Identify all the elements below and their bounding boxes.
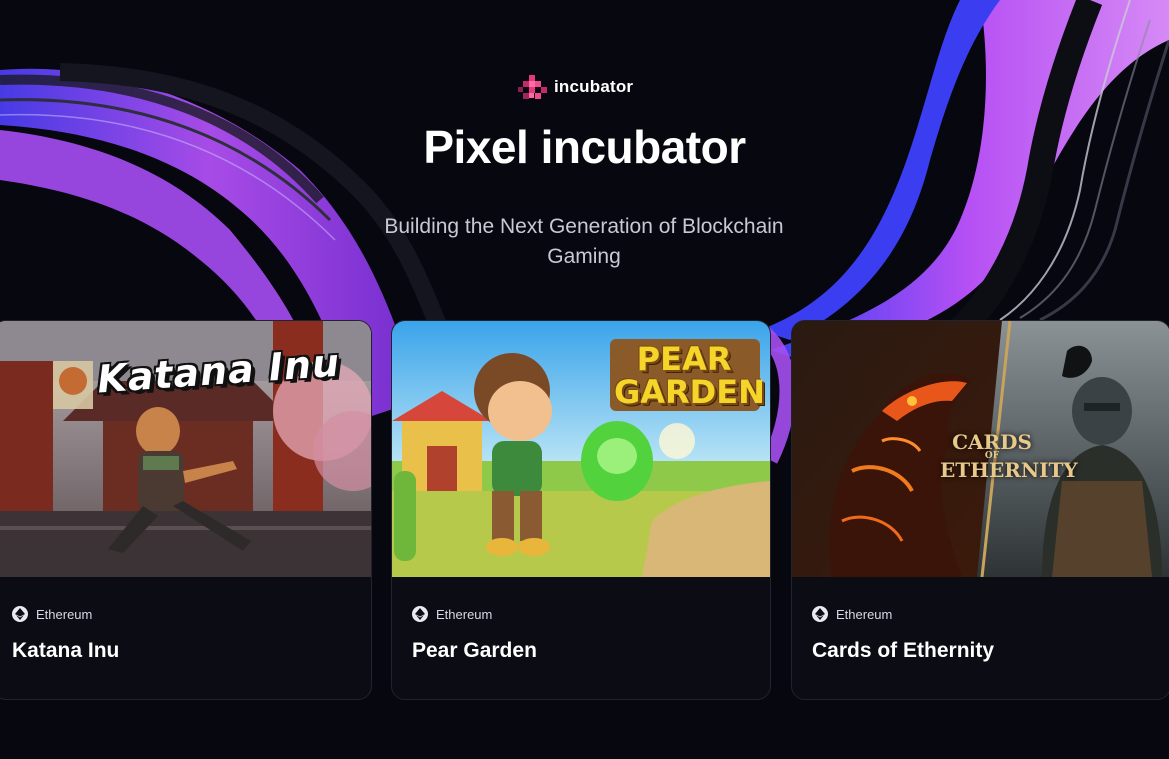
- brand-logo[interactable]: incubator: [518, 72, 633, 102]
- game-thumbnail: CARDS OF ETHERNITY: [792, 321, 1169, 577]
- chain-label: Ethereum: [812, 606, 892, 622]
- game-card-katana-inu[interactable]: Katana Inu Ethereum Katana Inu: [0, 320, 372, 700]
- game-art-title: PEAR GARDEN: [614, 340, 765, 411]
- game-name: Cards of Ethernity: [812, 639, 995, 662]
- ethereum-icon: [12, 606, 28, 622]
- chain-name: Ethereum: [836, 606, 893, 622]
- page-subtitle: Building the Next Generation of Blockcha…: [384, 215, 784, 268]
- chain-label: Ethereum: [412, 606, 492, 622]
- ethereum-icon: [812, 606, 828, 622]
- pixel-logo-icon: [518, 75, 547, 99]
- game-art-title: CARDS OF ETHERNITY: [940, 430, 1078, 482]
- chain-label: Ethereum: [12, 606, 92, 622]
- chain-name: Ethereum: [36, 606, 93, 622]
- game-thumbnail: Katana Inu: [0, 321, 371, 577]
- logo-text: incubator: [554, 77, 634, 96]
- game-name: Pear Garden: [412, 639, 537, 662]
- game-name: Katana Inu: [12, 639, 120, 662]
- game-thumbnail: PEAR GARDEN: [392, 321, 770, 577]
- ethereum-icon: [412, 606, 428, 622]
- game-card-pear-garden[interactable]: PEAR GARDEN Ethereum Pear Garden: [391, 320, 771, 700]
- chain-name: Ethereum: [436, 606, 493, 622]
- page-title: Pixel incubator: [423, 121, 746, 173]
- page: incubator Pixel incubator Building the N…: [0, 0, 1169, 759]
- game-card-cards-of-ethernity[interactable]: CARDS OF ETHERNITY Ethereum Cards of Eth…: [791, 320, 1169, 700]
